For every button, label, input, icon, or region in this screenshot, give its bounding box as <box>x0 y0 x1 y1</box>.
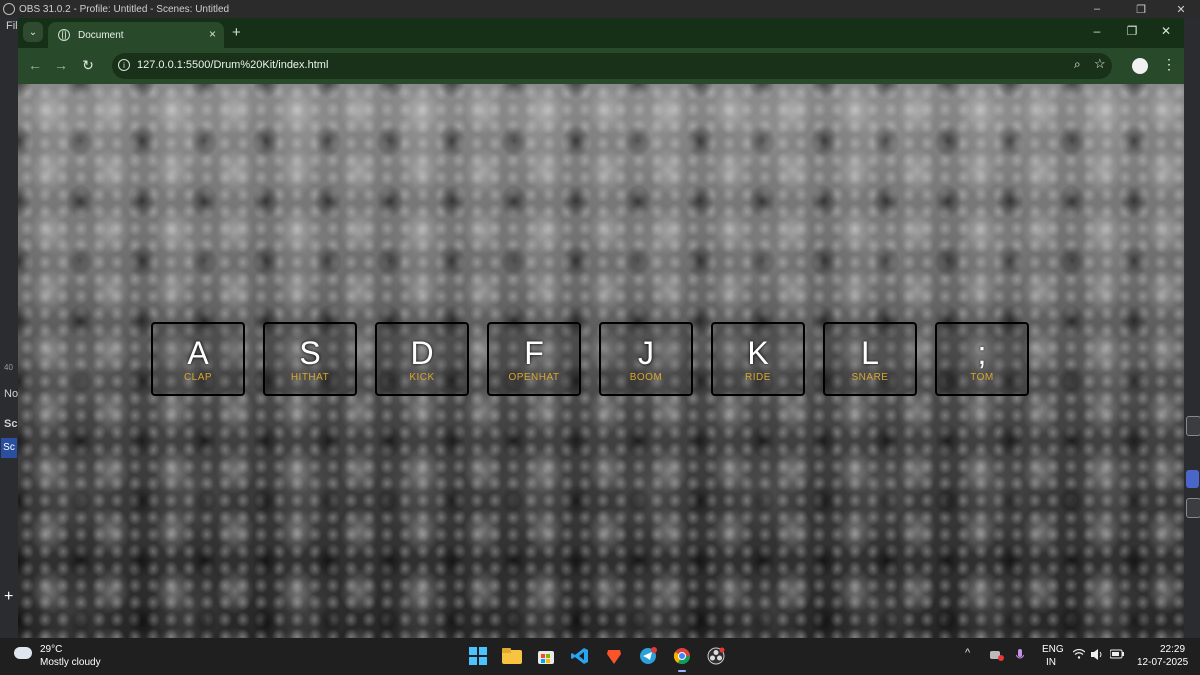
obs-scenes-heading: Sc <box>4 418 18 430</box>
obs-blue-control[interactable] <box>1186 470 1199 488</box>
obs-dock-icon[interactable] <box>1186 416 1200 436</box>
obs-maximize-icon[interactable]: ❐ <box>1126 0 1156 18</box>
tab-strip: ⌄ Document × + – ❐ ✕ <box>18 18 1184 48</box>
vscode-icon[interactable] <box>568 644 592 668</box>
drum-key-letter: L <box>861 334 879 371</box>
drum-row: A CLAP S HITHAT D KICK F OPENHAT J BOOM … <box>151 322 1029 396</box>
drum-key-a[interactable]: A CLAP <box>151 322 245 396</box>
tab-close-icon[interactable]: × <box>209 27 216 41</box>
obs-window-title: OBS 31.0.2 - Profile: Untitled - Scenes:… <box>19 3 230 15</box>
zoom-icon[interactable]: ⌕ <box>1074 57 1081 72</box>
drum-sound-label: KICK <box>409 371 435 383</box>
clock-time[interactable]: 22:29 <box>1160 644 1185 655</box>
file-explorer-icon[interactable] <box>500 644 524 668</box>
drum-sound-label: OPENHAT <box>508 371 560 383</box>
obs-left-panel: Fil 40 No Sc Sc + <box>0 18 18 638</box>
profile-avatar[interactable] <box>1132 58 1148 74</box>
reload-icon[interactable]: ↻ <box>79 57 97 74</box>
browser-toolbar: ← → ↻ i 127.0.0.1:5500/Drum%20Kit/index.… <box>18 48 1184 84</box>
chrome-icon[interactable] <box>670 644 694 672</box>
drum-key-letter: ; <box>977 334 987 371</box>
drum-key-letter: S <box>299 334 321 371</box>
clock-date[interactable]: 12-07-2025 <box>1137 657 1188 668</box>
tab-document[interactable]: Document × <box>48 22 224 48</box>
windows-start-icon[interactable] <box>466 644 490 668</box>
browser-close-icon[interactable]: ✕ <box>1154 24 1178 38</box>
drum-sound-label: CLAP <box>183 371 213 383</box>
battery-icon[interactable] <box>1109 649 1124 662</box>
bookmark-star-icon[interactable]: ☆ <box>1094 56 1106 72</box>
drum-key-letter: A <box>187 334 209 371</box>
drum-sound-label: BOOM <box>629 371 663 383</box>
volume-icon[interactable] <box>1091 649 1104 663</box>
obs-title-bar: OBS 31.0.2 - Profile: Untitled - Scenes:… <box>0 0 1200 18</box>
obs-close-icon[interactable]: ✕ <box>1166 0 1196 18</box>
language-primary[interactable]: ENG <box>1042 644 1064 655</box>
drum-key-j[interactable]: J BOOM <box>599 322 693 396</box>
obs-minimize-icon[interactable]: – <box>1082 0 1112 18</box>
tab-title: Document <box>78 29 124 41</box>
obs-logo-icon <box>3 3 15 15</box>
forward-arrow-icon[interactable]: → <box>52 57 70 73</box>
drum-sound-label: SNARE <box>851 371 889 383</box>
obs-dock-icon-2[interactable] <box>1186 498 1200 518</box>
taskbar-apps <box>466 644 728 672</box>
browser-window: ⌄ Document × + – ❐ ✕ ← → ↻ i 127.0.0.1:5… <box>18 18 1184 638</box>
drum-key-s[interactable]: S HITHAT <box>263 322 357 396</box>
drum-key-k[interactable]: K RIDE <box>711 322 805 396</box>
drum-sound-label: HITHAT <box>290 371 330 383</box>
drum-key-d[interactable]: D KICK <box>375 322 469 396</box>
microsoft-store-icon[interactable] <box>534 644 558 668</box>
cloudy-weather-icon[interactable] <box>12 642 32 659</box>
tab-search-icon[interactable]: ⌄ <box>23 22 43 42</box>
drum-key-letter: D <box>410 334 434 371</box>
obs-add-scene-button[interactable]: + <box>4 588 13 606</box>
more-menu-icon[interactable]: ⋮ <box>1162 56 1176 73</box>
telegram-icon[interactable] <box>636 644 660 668</box>
microphone-icon[interactable] <box>1015 649 1025 665</box>
drum-key-l[interactable]: L SNARE <box>823 322 917 396</box>
language-secondary[interactable]: IN <box>1046 657 1056 668</box>
back-arrow-icon[interactable]: ← <box>26 57 44 73</box>
weather-description[interactable]: Mostly cloudy <box>40 657 101 668</box>
obs-fragment-40: 40 <box>4 363 13 372</box>
drum-key-f[interactable]: F OPENHAT <box>487 322 581 396</box>
obs-fragment-no: No <box>4 388 19 400</box>
network-status-icon[interactable] <box>990 649 1004 664</box>
drum-key-letter: J <box>638 334 654 371</box>
brave-browser-icon[interactable] <box>602 644 626 668</box>
drum-sound-label: RIDE <box>745 371 771 383</box>
globe-icon <box>58 29 70 41</box>
address-bar[interactable]: i 127.0.0.1:5500/Drum%20Kit/index.html ⌕… <box>112 53 1112 79</box>
obs-right-panel <box>1184 18 1200 638</box>
browser-minimize-icon[interactable]: – <box>1085 24 1109 38</box>
taskbar: 29°C Mostly cloudy ^ ENG IN 22:29 12-07-… <box>0 638 1200 675</box>
url-text[interactable]: 127.0.0.1:5500/Drum%20Kit/index.html <box>137 59 328 71</box>
show-hidden-icons-chevron-icon[interactable]: ^ <box>965 647 970 659</box>
drum-kit-page: A CLAP S HITHAT D KICK F OPENHAT J BOOM … <box>18 84 1184 638</box>
browser-restore-icon[interactable]: ❐ <box>1120 24 1144 38</box>
weather-temperature[interactable]: 29°C <box>40 644 62 655</box>
new-tab-button[interactable]: + <box>232 24 241 41</box>
wifi-icon[interactable] <box>1072 648 1086 662</box>
drum-key-letter: K <box>747 334 769 371</box>
drum-key-semicolon[interactable]: ; TOM <box>935 322 1029 396</box>
obs-file-menu[interactable]: Fil <box>6 20 18 32</box>
site-info-icon[interactable]: i <box>118 59 130 71</box>
drum-key-letter: F <box>524 334 544 371</box>
obs-scene-item[interactable]: Sc <box>1 438 17 458</box>
obs-studio-icon[interactable] <box>704 644 728 668</box>
drum-sound-label: TOM <box>970 371 994 383</box>
